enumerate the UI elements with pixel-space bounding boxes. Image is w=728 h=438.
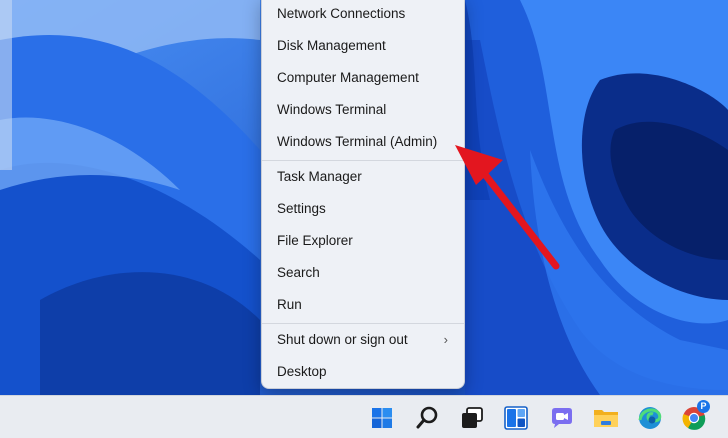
- menu-item-label: Shut down or sign out: [277, 332, 408, 347]
- chevron-right-icon: ›: [443, 332, 448, 347]
- menu-item-windows-terminal[interactable]: Windows Terminal: [266, 95, 462, 125]
- winx-context-menu: Network Connections Disk Management Comp…: [261, 0, 465, 389]
- menu-item-label: File Explorer: [277, 233, 353, 248]
- edge-browser-icon[interactable]: [634, 402, 666, 434]
- teams-chat-icon[interactable]: [546, 402, 578, 434]
- menu-separator: [262, 160, 464, 161]
- profile-badge: P: [697, 400, 710, 413]
- menu-item-label: Computer Management: [277, 70, 419, 85]
- menu-item-task-manager[interactable]: Task Manager: [266, 162, 462, 192]
- chrome-browser-icon[interactable]: P: [678, 400, 710, 434]
- windows-start-icon[interactable]: [366, 402, 398, 434]
- desktop: Network Connections Disk Management Comp…: [0, 0, 728, 438]
- menu-item-run[interactable]: Run: [266, 290, 462, 320]
- widgets-icon[interactable]: [500, 402, 532, 434]
- menu-item-computer-management[interactable]: Computer Management: [266, 63, 462, 93]
- menu-item-label: Run: [277, 297, 302, 312]
- menu-item-label: Network Connections: [277, 6, 406, 21]
- menu-item-label: Search: [277, 265, 320, 280]
- search-icon[interactable]: [411, 402, 443, 434]
- menu-item-label: Desktop: [277, 364, 327, 379]
- menu-item-file-explorer[interactable]: File Explorer: [266, 226, 462, 256]
- menu-item-label: Task Manager: [277, 169, 362, 184]
- menu-item-disk-management[interactable]: Disk Management: [266, 31, 462, 61]
- menu-item-label: Windows Terminal (Admin): [277, 134, 438, 149]
- menu-separator: [262, 323, 464, 324]
- menu-item-label: Settings: [277, 201, 326, 216]
- menu-item-network-connections[interactable]: Network Connections: [266, 0, 462, 29]
- menu-item-label: Windows Terminal: [277, 102, 387, 117]
- menu-item-label: Disk Management: [277, 38, 386, 53]
- menu-item-windows-terminal-admin[interactable]: Windows Terminal (Admin): [266, 127, 462, 157]
- taskbar: P: [0, 395, 728, 438]
- menu-item-shut-down-or-sign-out[interactable]: Shut down or sign out ›: [266, 325, 462, 355]
- menu-item-desktop[interactable]: Desktop: [266, 357, 462, 387]
- file-explorer-icon[interactable]: [590, 402, 622, 434]
- menu-item-search[interactable]: Search: [266, 258, 462, 288]
- task-view-icon[interactable]: [456, 402, 488, 434]
- menu-item-settings[interactable]: Settings: [266, 194, 462, 224]
